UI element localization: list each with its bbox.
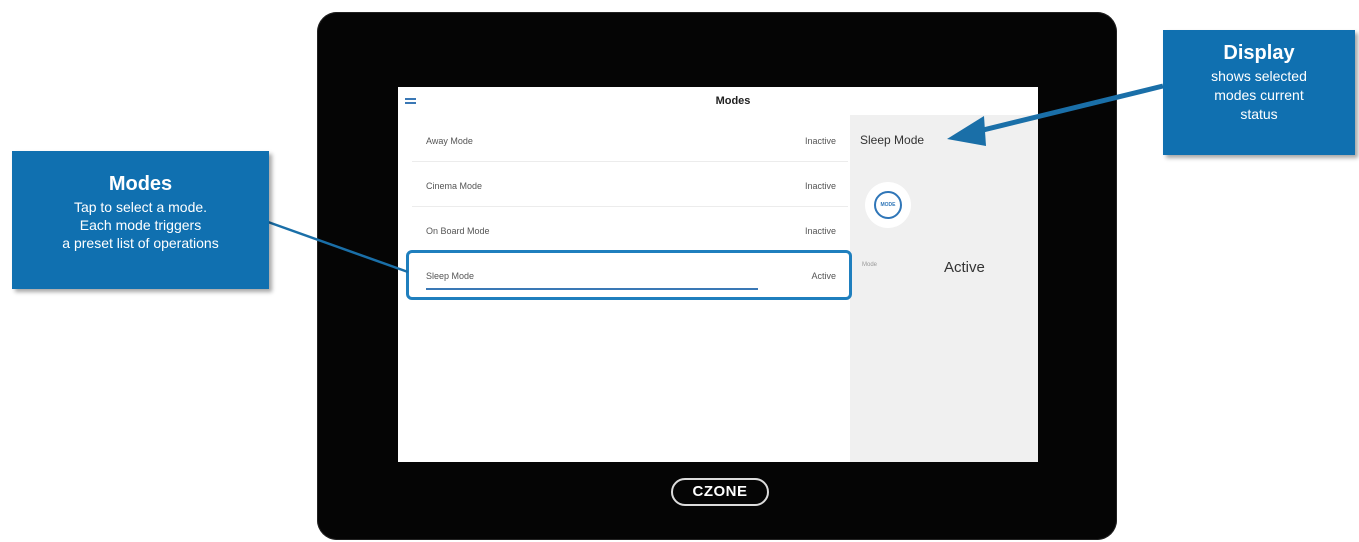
modes-callout-body: Tap to select a mode. Each mode triggers… bbox=[12, 198, 269, 252]
modes-callout: Modes Tap to select a mode. Each mode tr… bbox=[12, 151, 269, 289]
display-callout: Display shows selected modes current sta… bbox=[1163, 30, 1355, 155]
modes-callout-line: a preset list of operations bbox=[62, 235, 219, 251]
display-pointer-line bbox=[974, 83, 1164, 135]
display-callout-body: shows selected modes current status bbox=[1163, 67, 1355, 124]
display-callout-line: shows selected bbox=[1211, 68, 1307, 84]
modes-pointer-line bbox=[267, 220, 409, 274]
display-callout-line: modes current bbox=[1214, 87, 1304, 103]
modes-callout-line: Each mode triggers bbox=[79, 217, 202, 233]
modes-callout-line: Tap to select a mode. bbox=[73, 199, 208, 215]
display-callout-line: status bbox=[1240, 106, 1278, 122]
modes-callout-heading: Modes bbox=[108, 173, 173, 195]
display-arrowhead bbox=[947, 116, 986, 146]
display-callout-heading: Display bbox=[1223, 42, 1295, 64]
